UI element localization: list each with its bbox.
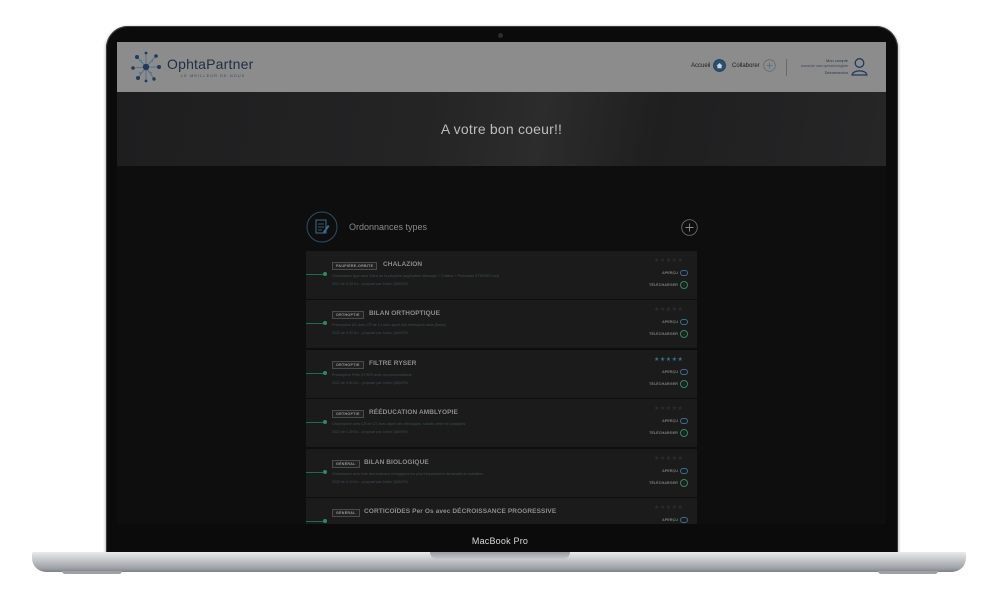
home-icon[interactable] [713, 59, 726, 72]
preview-button[interactable]: APERÇU [662, 469, 678, 473]
download-icon[interactable]: ↓ [680, 330, 688, 338]
screen: OphtaPartner LE MEILLEUR DE NOUS Accueil… [117, 42, 886, 524]
prescription-card[interactable]: ORTHOPTIE FILTRE RYSER Prescription Filt… [306, 350, 697, 398]
card-title[interactable]: RÉÉDUCATION AMBLYOPIE [369, 409, 458, 416]
nav-collaborate-link[interactable]: Collaborer [732, 63, 760, 69]
top-navbar: OphtaPartner LE MEILLEUR DE NOUS Accueil… [117, 42, 886, 92]
eye-icon[interactable] [680, 270, 688, 276]
download-icon[interactable]: ↓ [680, 281, 688, 289]
laptop-foot [878, 571, 938, 574]
card-meta: 2021 de 4.06 Ko – proposé par Julien QUI… [332, 381, 408, 385]
download-button[interactable]: TÉLÉCHARGER [649, 283, 678, 287]
network-logo-icon[interactable] [129, 50, 163, 84]
card-description: Prescription AO avec CR de 12 avec appel… [332, 323, 446, 327]
prescription-card[interactable]: ORTHOPTIE BILAN ORTHOPTIQUE Prescription… [306, 300, 697, 348]
connector-dot [323, 321, 327, 325]
eye-icon[interactable] [680, 468, 688, 474]
eye-icon[interactable] [680, 517, 688, 523]
download-button[interactable]: TÉLÉCHARGER [649, 481, 678, 485]
card-title[interactable]: FILTRE RYSER [369, 360, 416, 367]
hero-banner: A votre bon coeur!! [117, 92, 886, 166]
preview-button[interactable]: APERÇU [662, 419, 678, 423]
prescription-card[interactable]: GÉNÉRAL CORTICOÏDES Per Os avec DÉCROISS… [306, 498, 697, 524]
card-meta: 2022 de 4.19 Ko – proposé par Julien QUI… [332, 480, 408, 484]
card-meta: 2022 de 4.35 Ko – proposé par Julien QUI… [332, 331, 408, 335]
card-description: Ordonnance avec CR de CS avec appel des … [332, 422, 466, 426]
rating-stars[interactable]: ★★★★★ [654, 356, 683, 363]
download-button[interactable]: TÉLÉCHARGER [649, 431, 678, 435]
category-badge: GÉNÉRAL [332, 460, 360, 468]
nav-divider [786, 59, 787, 76]
document-edit-icon [306, 211, 338, 243]
laptop-base-notch [430, 552, 570, 559]
laptop-foot [62, 571, 122, 574]
rating-stars[interactable]: ★★★★★ [654, 306, 683, 313]
card-title[interactable]: CHALAZION [383, 261, 422, 268]
connector-dot [323, 371, 327, 375]
hero-title: A votre bon coeur!! [440, 121, 563, 137]
logout-link[interactable]: Déconnexion [825, 70, 848, 75]
brand-tagline: LE MEILLEUR DE NOUS [181, 73, 246, 78]
nav-home-link[interactable]: Accueil [691, 63, 710, 69]
category-badge: ORTHOPTIE [332, 361, 364, 369]
card-description: Ordonnance type avec Soins de la paupièr… [332, 274, 500, 278]
prescription-card[interactable]: PAUPIÈRE-ORBITE CHALAZION Ordonnance typ… [306, 251, 697, 299]
connector-dot [323, 272, 327, 276]
card-title[interactable]: CORTICOÏDES Per Os avec DÉCROISSANCE PRO… [364, 508, 556, 515]
preview-button[interactable]: APERÇU [662, 518, 678, 522]
section-title: Ordonnances types [349, 222, 428, 232]
account-status: connecte user.ophtalmologiste [800, 64, 848, 68]
download-icon[interactable]: ↓ [680, 429, 688, 437]
category-badge: GÉNÉRAL [332, 509, 360, 517]
prescription-card[interactable]: ORTHOPTIE RÉÉDUCATION AMBLYOPIE Ordonnan… [306, 399, 697, 447]
rating-stars[interactable]: ★★★★★ [654, 405, 683, 412]
connector-dot [323, 420, 327, 424]
rating-stars[interactable]: ★★★★★ [654, 257, 683, 264]
plus-circle-icon[interactable] [763, 59, 776, 72]
card-title[interactable]: BILAN BIOLOGIQUE [364, 459, 429, 466]
category-badge: ORTHOPTIE [332, 311, 364, 319]
eye-icon[interactable] [680, 418, 688, 424]
brand-name[interactable]: OphtaPartner [167, 56, 253, 72]
card-description: Prescription Filtre RYSER avec recommand… [332, 373, 412, 377]
eye-icon[interactable] [680, 369, 688, 375]
card-meta: 2021 de 4.28 Ko – proposé par Julien QUI… [332, 282, 408, 286]
card-meta: 2022 de 4.39 Ko – proposé par Julien QUI… [332, 430, 408, 434]
account-link[interactable]: Mon compte [826, 58, 848, 63]
category-badge: PAUPIÈRE-ORBITE [332, 262, 378, 270]
connector-dot [323, 519, 327, 523]
rating-stars[interactable]: ★★★★★ [654, 455, 683, 462]
prescription-card[interactable]: GÉNÉRAL BILAN BIOLOGIQUE Ordonnance avec… [306, 449, 697, 497]
user-icon[interactable] [851, 57, 868, 76]
card-title[interactable]: BILAN ORTHOPTIQUE [369, 310, 440, 317]
download-icon[interactable]: ↓ [680, 380, 688, 388]
preview-button[interactable]: APERÇU [662, 370, 678, 374]
eye-icon[interactable] [680, 319, 688, 325]
card-description: Ordonnance avec liste des examens biolog… [332, 472, 484, 476]
camera-icon [498, 33, 503, 38]
category-badge: ORTHOPTIE [332, 410, 364, 418]
preview-button[interactable]: APERÇU [662, 320, 678, 324]
laptop-model-label: MacBook Pro [471, 536, 529, 546]
rating-stars[interactable]: ★★★★★ [654, 504, 683, 511]
add-prescription-button[interactable] [681, 219, 698, 236]
connector-dot [323, 470, 327, 474]
preview-button[interactable]: APERÇU [662, 271, 678, 275]
download-icon[interactable]: ↓ [680, 479, 688, 487]
download-button[interactable]: TÉLÉCHARGER [649, 332, 678, 336]
download-button[interactable]: TÉLÉCHARGER [649, 382, 678, 386]
